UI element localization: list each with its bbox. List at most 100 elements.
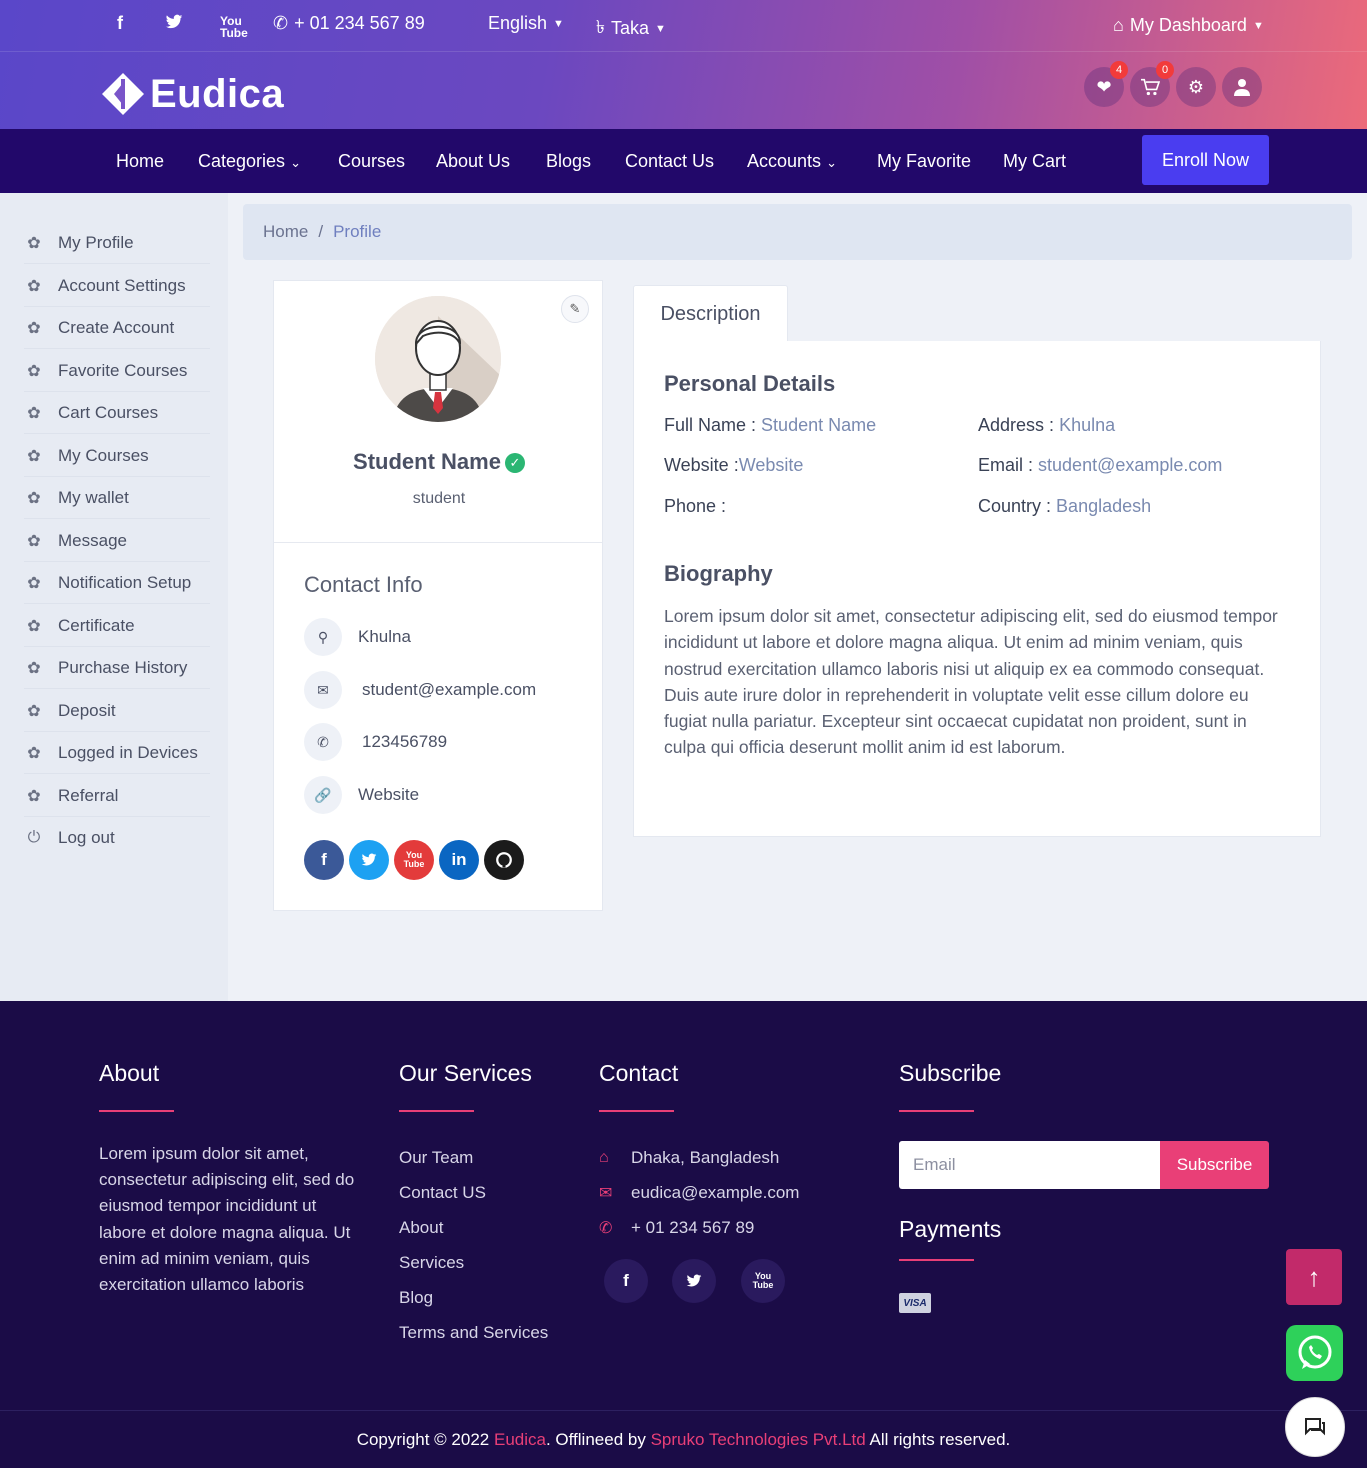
- breadcrumb-home[interactable]: Home: [263, 222, 308, 242]
- sidebar-item-my-profile[interactable]: ✿ My Profile: [24, 222, 210, 264]
- cart-button[interactable]: 0: [1130, 61, 1174, 107]
- gear-icon: ⚙: [1187, 76, 1205, 97]
- contact-address: ⚲ Khulna: [304, 618, 411, 656]
- nav-cart[interactable]: My Cart: [1003, 151, 1066, 172]
- sidebar-item-label: Message: [58, 530, 127, 550]
- sidebar-item-referral[interactable]: ✿ Referral: [24, 775, 210, 817]
- cart-badge: 0: [1156, 61, 1174, 79]
- footer-facebook-icon[interactable]: f: [604, 1259, 648, 1303]
- settings-button[interactable]: ⚙: [1176, 67, 1216, 107]
- website-value[interactable]: Website: [739, 455, 804, 475]
- nav-home[interactable]: Home: [116, 151, 164, 172]
- social-links: f You Tube in: [304, 840, 524, 880]
- palette-icon: ✿: [27, 787, 41, 805]
- palette-icon: ✿: [27, 447, 41, 465]
- footer-youtube-icon[interactable]: You Tube: [741, 1259, 785, 1303]
- sidebar-item-my-courses[interactable]: ✿ My Courses: [24, 435, 210, 477]
- twitter-icon[interactable]: [349, 840, 389, 880]
- subscribe-button[interactable]: Subscribe: [1160, 1141, 1269, 1189]
- sidebar-item-favorite-courses[interactable]: ✿ Favorite Courses: [24, 350, 210, 392]
- home-icon: ⌂: [599, 1149, 609, 1166]
- dashboard-dropdown[interactable]: ⌂ My Dashboard ▼: [1113, 15, 1264, 36]
- palette-icon: ✿: [27, 404, 41, 422]
- nav-categories[interactable]: Categories ⌄: [198, 151, 301, 172]
- footer-contact-phone: ✆ + 01 234 567 89: [599, 1218, 754, 1238]
- sidebar-item-notification-setup[interactable]: ✿ Notification Setup: [24, 562, 210, 604]
- chevron-down-icon: ⌄: [826, 155, 837, 170]
- facebook-icon[interactable]: f: [304, 840, 344, 880]
- footer-link-our-team[interactable]: Our Team: [399, 1148, 473, 1168]
- back-to-top-button[interactable]: ↑: [1286, 1249, 1342, 1305]
- github-icon[interactable]: [484, 840, 524, 880]
- user-button[interactable]: [1222, 67, 1262, 107]
- whatsapp-icon: [1298, 1335, 1331, 1369]
- sidebar-item-create-account[interactable]: ✿ Create Account: [24, 307, 210, 349]
- sidebar-item-label: My wallet: [58, 487, 129, 507]
- edit-profile-button[interactable]: ✎: [561, 295, 589, 323]
- sidebar-item-deposit[interactable]: ✿ Deposit: [24, 690, 210, 732]
- sidebar-item-label: Referral: [58, 785, 119, 805]
- contact-info-title: Contact Info: [304, 572, 423, 597]
- sidebar-item-account-settings[interactable]: ✿ Account Settings: [24, 265, 210, 307]
- description-panel: Personal Details Full Name : Student Nam…: [633, 341, 1321, 837]
- footer-contact-phone-text: + 01 234 567 89: [631, 1218, 755, 1237]
- footer-link-about[interactable]: About: [399, 1218, 443, 1238]
- nav-courses[interactable]: Courses: [338, 151, 405, 172]
- nav-contact[interactable]: Contact Us: [625, 151, 714, 172]
- sidebar-item-logged-in-devices[interactable]: ✿ Logged in Devices: [24, 732, 210, 774]
- logo[interactable]: Eudica: [100, 71, 284, 117]
- footer-underline: [899, 1259, 974, 1261]
- footer-link-terms[interactable]: Terms and Services: [399, 1323, 548, 1343]
- address-label: Address :: [978, 415, 1055, 435]
- chat-button[interactable]: [1285, 1397, 1345, 1457]
- envelope-icon: ✉: [599, 1185, 613, 1202]
- divider: [274, 542, 602, 543]
- user-icon: [1234, 79, 1250, 96]
- copyright: Copyright © 2022 Eudica . Offlineed by S…: [0, 1410, 1367, 1468]
- footer-contact-address-text: Dhaka, Bangladesh: [631, 1148, 780, 1167]
- sidebar-item-cart-courses[interactable]: ✿ Cart Courses: [24, 392, 210, 434]
- footer-link-contact-us[interactable]: Contact US: [399, 1183, 486, 1203]
- linkedin-icon[interactable]: in: [439, 840, 479, 880]
- sidebar-item-log-out[interactable]: ⏻ Log out: [24, 817, 210, 859]
- nav-accounts[interactable]: Accounts ⌄: [747, 151, 837, 172]
- avatar: [375, 296, 501, 422]
- footer-link-services[interactable]: Services: [399, 1253, 464, 1273]
- visa-icon: VISA: [899, 1293, 931, 1313]
- contact-website-link[interactable]: Website: [358, 785, 419, 805]
- palette-icon: ✿: [27, 532, 41, 550]
- language-dropdown[interactable]: English ▼: [488, 13, 564, 34]
- sidebar-item-my-wallet[interactable]: ✿ My wallet: [24, 477, 210, 519]
- contact-address-text: Khulna: [358, 627, 411, 646]
- subscribe-email-input[interactable]: Email: [899, 1141, 1160, 1189]
- contact-email-text: student@example.com: [362, 680, 537, 699]
- footer-twitter-icon[interactable]: [672, 1259, 716, 1303]
- sidebar-item-label: Certificate: [58, 615, 135, 635]
- whatsapp-button[interactable]: [1286, 1325, 1343, 1381]
- footer-contact-email: ✉ eudica@example.com: [599, 1183, 799, 1203]
- copyright-company-link[interactable]: Spruko Technologies Pvt.Ltd: [651, 1430, 866, 1450]
- nav-about[interactable]: About Us: [436, 151, 510, 172]
- email-value: student@example.com: [1038, 455, 1223, 475]
- tab-description[interactable]: Description: [633, 285, 788, 342]
- footer-link-blog[interactable]: Blog: [399, 1288, 433, 1308]
- youtube-icon[interactable]: You Tube: [220, 15, 248, 39]
- sidebar-item-label: Notification Setup: [58, 572, 192, 592]
- phone-icon: ✆: [599, 1220, 613, 1237]
- enroll-now-button[interactable]: Enroll Now: [1142, 135, 1269, 185]
- nav-favorite[interactable]: My Favorite: [877, 151, 971, 172]
- biography-title: Biography: [664, 561, 773, 586]
- sidebar-item-label: Cart Courses: [58, 402, 159, 422]
- currency-dropdown[interactable]: ৳ Taka ▼: [596, 13, 666, 44]
- favorites-button[interactable]: ❤ 4: [1084, 61, 1128, 107]
- copyright-brand-link[interactable]: Eudica: [494, 1430, 546, 1450]
- nav-blogs[interactable]: Blogs: [546, 151, 591, 172]
- sidebar-item-purchase-history[interactable]: ✿ Purchase History: [24, 647, 210, 689]
- sidebar-item-message[interactable]: ✿ Message: [24, 520, 210, 562]
- sidebar-item-certificate[interactable]: ✿ Certificate: [24, 605, 210, 647]
- sidebar: ✿ My Profile ✿ Account Settings ✿ Create Ac…: [0, 193, 228, 1001]
- sidebar-item-label: My Profile: [58, 232, 134, 252]
- facebook-icon[interactable]: f: [117, 13, 123, 34]
- twitter-icon[interactable]: [164, 13, 184, 31]
- youtube-icon[interactable]: You Tube: [394, 840, 434, 880]
